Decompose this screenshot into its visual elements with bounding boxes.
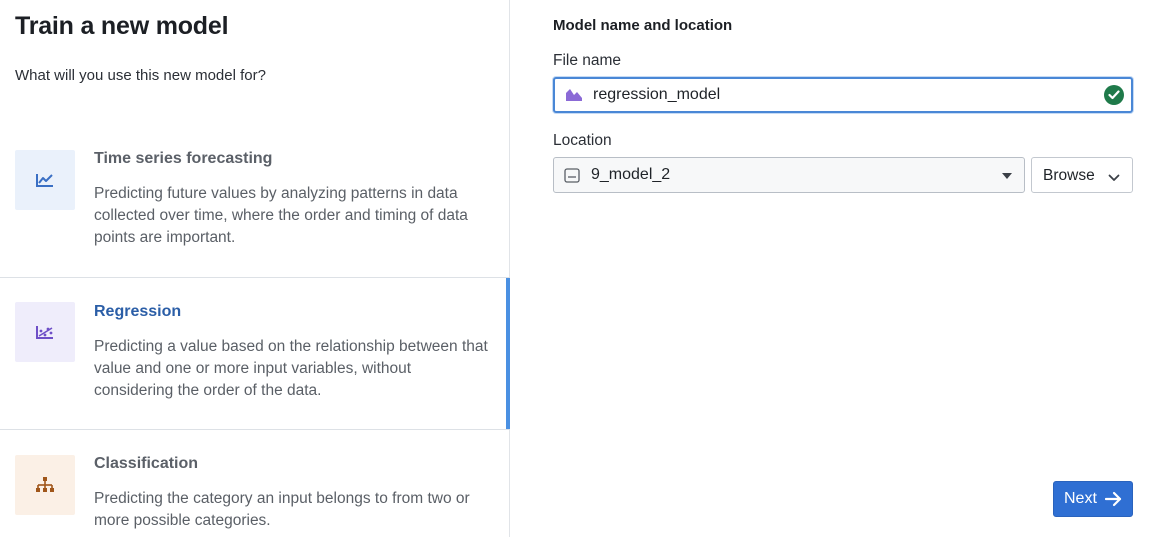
folder-icon (564, 168, 580, 188)
file-name-label: File name (553, 52, 622, 69)
location-value: 9_model_2 (591, 166, 671, 183)
option-description: Predicting future values by analyzing pa… (94, 185, 468, 246)
model-type-panel: Train a new model What will you use this… (0, 0, 510, 537)
option-regression[interactable]: Regression Predicting a value based on t… (0, 277, 510, 429)
page-title: Train a new model (15, 12, 229, 40)
option-classification[interactable]: Classification Predicting the category a… (0, 429, 510, 537)
location-label: Location (553, 132, 612, 149)
arrow-right-icon (1104, 491, 1123, 512)
option-description: Predicting a value based on the relation… (94, 338, 488, 399)
model-file-icon (565, 87, 583, 108)
next-label: Next (1064, 490, 1097, 507)
scatter-trend-icon (15, 302, 75, 362)
file-name-value: regression_model (593, 86, 721, 103)
option-time-series-forecasting[interactable]: Time series forecasting Predicting futur… (0, 125, 510, 277)
page-subtitle: What will you use this new model for? (15, 67, 266, 84)
hierarchy-icon (15, 455, 75, 515)
file-name-input[interactable]: regression_model (553, 77, 1133, 113)
next-button[interactable]: Next (1053, 481, 1133, 517)
valid-check-icon (1104, 85, 1124, 105)
option-title: Classification (94, 455, 199, 472)
dropdown-caret-icon (1002, 173, 1012, 179)
option-description: Predicting the category an input belongs… (94, 490, 470, 529)
section-title: Model name and location (553, 17, 733, 34)
location-select[interactable]: 9_model_2 (553, 157, 1025, 193)
model-details-panel: Model name and location File name regres… (510, 0, 1161, 537)
chevron-down-icon (1108, 170, 1120, 188)
option-title: Regression (94, 303, 182, 320)
browse-button[interactable]: Browse (1031, 157, 1133, 193)
browse-label: Browse (1043, 167, 1095, 184)
option-title: Time series forecasting (94, 150, 273, 167)
line-chart-icon (15, 150, 75, 210)
